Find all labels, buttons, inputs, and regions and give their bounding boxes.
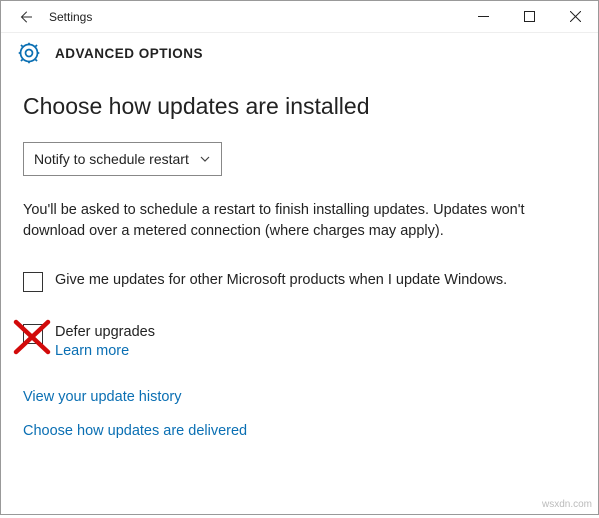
- delivery-link[interactable]: Choose how updates are delivered: [23, 423, 576, 439]
- schedule-description: You'll be asked to schedule a restart to…: [23, 200, 543, 242]
- watermark: wsxdn.com: [542, 499, 592, 510]
- maximize-button[interactable]: [506, 2, 552, 32]
- back-button[interactable]: [9, 2, 43, 32]
- chevron-down-icon: [199, 153, 211, 165]
- window-title: Settings: [49, 10, 92, 24]
- close-icon: [570, 11, 581, 22]
- window-controls: [460, 2, 598, 32]
- close-button[interactable]: [552, 2, 598, 32]
- minimize-icon: [478, 11, 489, 22]
- gear-icon: [15, 39, 43, 67]
- learn-more-link[interactable]: Learn more: [55, 343, 155, 359]
- titlebar: Settings: [1, 1, 598, 33]
- other-products-row: Give me updates for other Microsoft prod…: [23, 270, 576, 292]
- defer-upgrades-row: Defer upgrades Learn more: [23, 322, 576, 359]
- maximize-icon: [524, 11, 535, 22]
- minimize-button[interactable]: [460, 2, 506, 32]
- other-products-checkbox[interactable]: [23, 272, 43, 292]
- content-area: Choose how updates are installed Notify …: [1, 79, 598, 518]
- dropdown-value: Notify to schedule restart: [34, 151, 189, 167]
- page-header: ADVANCED OPTIONS: [1, 33, 598, 79]
- defer-upgrades-checkbox[interactable]: [23, 324, 43, 344]
- arrow-left-icon: [17, 8, 35, 26]
- page-title: ADVANCED OPTIONS: [55, 46, 203, 61]
- defer-upgrades-label: Defer upgrades: [55, 322, 155, 343]
- install-mode-dropdown[interactable]: Notify to schedule restart: [23, 142, 222, 176]
- view-history-link[interactable]: View your update history: [23, 389, 576, 405]
- section-heading: Choose how updates are installed: [23, 93, 576, 120]
- other-products-label: Give me updates for other Microsoft prod…: [55, 270, 507, 291]
